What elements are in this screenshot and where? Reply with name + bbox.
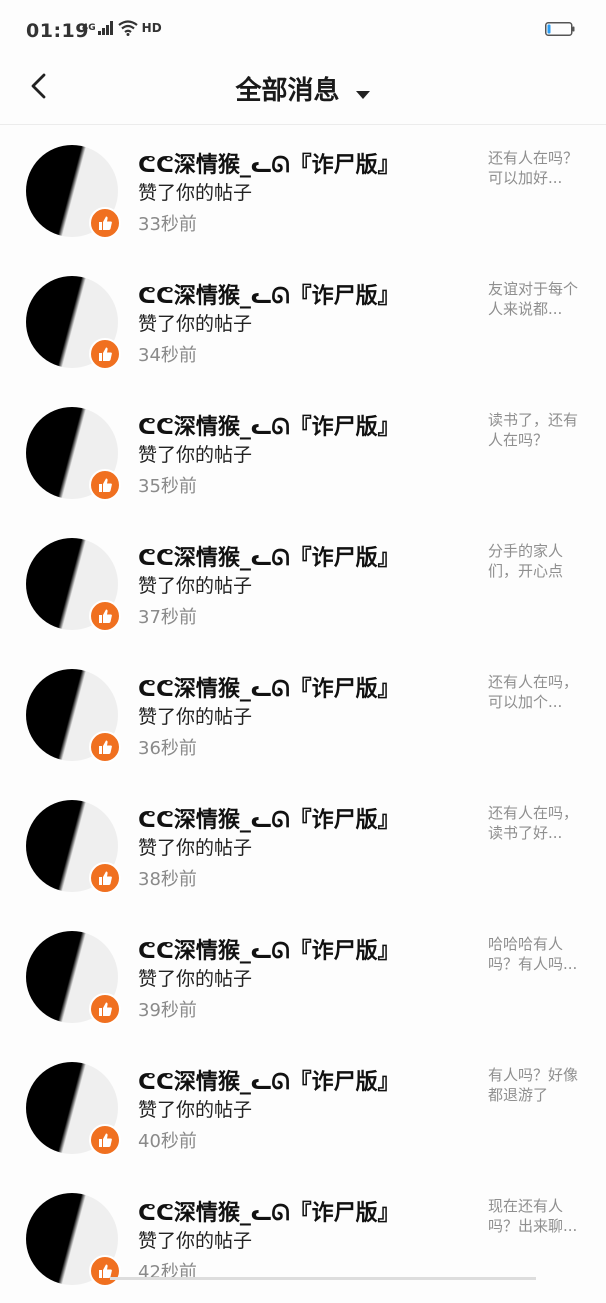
notification-time: 33秒前: [138, 214, 197, 235]
like-thumb-icon: [89, 1255, 121, 1287]
message-row[interactable]: ᕦᕦ深情猴_ᓚᘏ『诈尸版』赞了你的帖子 35秒前 读书了，还有人在吗？: [0, 386, 606, 517]
notification-time: 42秒前: [138, 1262, 197, 1283]
wifi-icon: [117, 20, 138, 36]
notification-action: 赞了你的帖子: [138, 313, 253, 335]
like-thumb-icon: [89, 338, 121, 370]
notification-action: 赞了你的帖子: [138, 1230, 253, 1252]
sender-name[interactable]: ᕦᕦ深情猴_ᓚᘏ『诈尸版』: [138, 1064, 400, 1096]
like-thumb-icon: [89, 1124, 121, 1156]
notification-action: 赞了你的帖子: [138, 706, 253, 728]
message-row[interactable]: ᕦᕦ深情猴_ᓚᘏ『诈尸版』赞了你的帖子 37秒前 分手的家人们，开心点: [0, 517, 606, 648]
notification-action: 赞了你的帖子: [138, 575, 253, 597]
sender-name[interactable]: ᕦᕦ深情猴_ᓚᘏ『诈尸版』: [138, 671, 400, 703]
sender-name[interactable]: ᕦᕦ深情猴_ᓚᘏ『诈尸版』: [138, 802, 400, 834]
post-preview[interactable]: 还有人在吗？可以加好...: [488, 148, 580, 188]
notification-time: 36秒前: [138, 738, 197, 759]
page-title: 全部消息: [235, 76, 340, 106]
like-thumb-icon: [89, 600, 121, 632]
caret-down-icon: [355, 90, 370, 99]
message-row[interactable]: ᕦᕦ深情猴_ᓚᘏ『诈尸版』赞了你的帖子 36秒前 还有人在吗，可以加个...: [0, 648, 606, 779]
post-preview[interactable]: 还有人在吗，读书了好...: [488, 803, 580, 843]
notification-time: 39秒前: [138, 1000, 197, 1021]
nav-header: 全部消息: [0, 60, 606, 125]
message-list: ᕦᕦ深情猴_ᓚᘏ『诈尸版』 赞了你的帖子 33秒前 还有人在吗？可以加好... ᕦᕦ深情…: [0, 124, 606, 1303]
notification-time: 34秒前: [138, 345, 197, 366]
sender-name[interactable]: ᕦᕦ深情猴_ᓚᘏ『诈尸版』: [138, 147, 400, 179]
post-preview[interactable]: 分手的家人们，开心点: [488, 541, 580, 581]
post-preview[interactable]: 友谊对于每个人来说都...: [488, 279, 580, 319]
message-row[interactable]: ᕦᕦ深情猴_ᓚᘏ『诈尸版』赞了你的帖子 34秒前 友谊对于每个人来说都...: [0, 255, 606, 386]
notification-action: 赞了你的帖子: [138, 182, 253, 204]
notification-time: 38秒前: [138, 869, 197, 890]
message-row[interactable]: ᕦᕦ深情猴_ᓚᘏ『诈尸版』赞了你的帖子 39秒前 哈哈哈有人吗？有人吗...: [0, 910, 606, 1041]
sender-name[interactable]: ᕦᕦ深情猴_ᓚᘏ『诈尸版』: [138, 278, 400, 310]
message-row[interactable]: ᕦᕦ深情猴_ᓚᘏ『诈尸版』赞了你的帖子 38秒前 还有人在吗，读书了好...: [0, 779, 606, 910]
post-preview[interactable]: 还有人在吗，可以加个...: [488, 672, 580, 712]
post-preview[interactable]: 哈哈哈有人吗？有人吗...: [488, 934, 580, 974]
notification-time: 40秒前: [138, 1131, 197, 1152]
sender-name[interactable]: ᕦᕦ深情猴_ᓚᘏ『诈尸版』: [138, 933, 400, 965]
network-type-label: 4G: [82, 22, 96, 33]
battery-icon: [545, 22, 575, 36]
post-preview[interactable]: 现在还有人吗？出来聊...: [488, 1196, 580, 1236]
notification-time: 35秒前: [138, 476, 197, 497]
like-thumb-icon: [89, 993, 121, 1025]
sender-name[interactable]: ᕦᕦ深情猴_ᓚᘏ『诈尸版』: [138, 1195, 400, 1227]
title-dropdown[interactable]: 全部消息: [0, 70, 606, 107]
like-thumb-icon: [89, 731, 121, 763]
like-thumb-icon: [89, 207, 121, 239]
notification-action: 赞了你的帖子: [138, 1099, 253, 1121]
notification-action: 赞了你的帖子: [138, 444, 253, 466]
notification-time: 37秒前: [138, 607, 197, 628]
like-thumb-icon: [89, 469, 121, 501]
message-row[interactable]: ᕦᕦ深情猴_ᓚᘏ『诈尸版』赞了你的帖子 42秒前 现在还有人吗？出来聊...: [0, 1172, 606, 1303]
status-time: 01:19: [26, 20, 89, 42]
message-row[interactable]: ᕦᕦ深情猴_ᓚᘏ『诈尸版』赞了你的帖子 33秒前 还有人在吗？可以加好...: [0, 124, 606, 255]
status-icons: 4G HD: [82, 20, 162, 36]
hd-label: HD: [141, 21, 162, 35]
notification-action: 赞了你的帖子: [138, 837, 253, 859]
post-preview[interactable]: 读书了，还有人在吗？: [488, 410, 580, 450]
notification-action: 赞了你的帖子: [138, 968, 253, 990]
status-bar: 01:19 4G HD: [0, 0, 606, 60]
like-thumb-icon: [89, 862, 121, 894]
sender-name[interactable]: ᕦᕦ深情猴_ᓚᘏ『诈尸版』: [138, 409, 400, 441]
signal-icon: [97, 21, 113, 35]
post-preview[interactable]: 有人吗？好像都退游了: [488, 1065, 580, 1105]
message-row[interactable]: ᕦᕦ深情猴_ᓚᘏ『诈尸版』赞了你的帖子 40秒前 有人吗？好像都退游了: [0, 1041, 606, 1172]
sender-name[interactable]: ᕦᕦ深情猴_ᓚᘏ『诈尸版』: [138, 540, 400, 572]
